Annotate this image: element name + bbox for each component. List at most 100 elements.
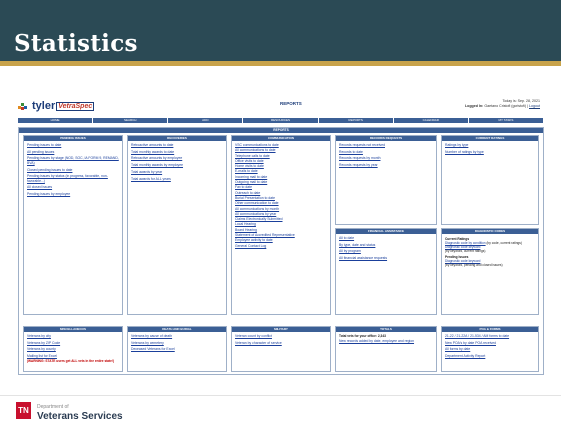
report-link[interactable]: Total awards for ALL years [131, 177, 223, 181]
report-link[interactable]: Retroactive amounts by employee [131, 156, 223, 160]
logo-text: tyler [32, 100, 56, 112]
panel-recoveries: RECOVERIES Retroactive amounts to date T… [127, 135, 227, 315]
report-link[interactable]: Total monthly awards by employee [131, 163, 223, 167]
logged-in-line: Logged In: Gaetano Cristofi (gcristofi) … [464, 103, 540, 108]
report-link[interactable]: All by program [339, 249, 433, 253]
report-link[interactable]: All pending issues [27, 150, 119, 154]
logged-in-label: Logged In: [464, 103, 484, 108]
logged-in-user: Gaetano Cristofi (gcristofi) [484, 103, 527, 108]
panel-miscellaneous: MISCELLANEOUS Veterans by city Veterans … [23, 326, 123, 372]
tyler-logo: tyler VetraSpec [18, 99, 95, 113]
agency-name: Veterans Services [37, 411, 123, 422]
nav-calendar[interactable]: CALENDAR [394, 118, 469, 123]
diagnostic-keyword-note: (by keyword, current ratings) [445, 249, 486, 253]
slide-title: Statistics [14, 30, 138, 57]
panel-pending-issues: PENDING ISSUES Pending issues to date Al… [23, 135, 123, 315]
report-link[interactable]: Veteran by character of service [235, 341, 327, 345]
report-link[interactable]: Records to date [339, 150, 433, 154]
report-link[interactable]: Ratings by type [445, 143, 535, 147]
report-link[interactable]: Pending issues to date [27, 143, 119, 147]
report-link[interactable]: Claims Electronically Submitted [235, 217, 327, 221]
report-link[interactable]: Records requests by month [339, 156, 433, 160]
panel-military: MILITARY Veteran count by conflict Veter… [231, 326, 331, 372]
report-link[interactable]: Total awards by year [131, 170, 223, 174]
report-link[interactable]: Statement of Accredited Representative [235, 233, 327, 237]
report-link[interactable]: Number of ratings by type [445, 150, 535, 154]
report-link[interactable]: All to date [339, 236, 433, 240]
report-link[interactable]: 21-22 / 21-22A / 21-534 / AM forms to da… [445, 334, 535, 338]
panel-records-requests: RECORDS REQUESTS Records requests not re… [335, 135, 437, 225]
reports-bar: REPORTS [19, 128, 543, 133]
reports-screenshot: tyler VetraSpec REPORTS Today is: Sep. 2… [14, 93, 546, 375]
report-link[interactable]: Department Activity Report [445, 354, 535, 358]
nav-home[interactable]: HOME [18, 118, 94, 123]
report-link[interactable]: All forms by date [445, 347, 535, 351]
diagnostic-condition-note: (by code, current ratings) [486, 241, 522, 245]
report-link[interactable]: By type, date and status [339, 243, 433, 247]
report-link[interactable]: New records added by date, employee and … [339, 339, 433, 343]
nav-reports[interactable]: REPORTS [319, 118, 394, 123]
report-link[interactable]: Telephone calls to date [235, 154, 327, 158]
main-nav: HOME SEARCH ADD RESOURCES REPORTS CALEND… [18, 118, 544, 123]
dept-label: Department of [37, 404, 69, 410]
session-info: Today is: Sep. 28, 2021 Logged In: Gaeta… [465, 99, 540, 109]
report-link[interactable]: Pending issues by stage (NOD, SOC, IA FO… [27, 156, 119, 165]
panel-poa-forms: POA & FORMS 21-22 / 21-22A / 21-534 / AM… [441, 326, 539, 372]
reports-container: REPORTS PENDING ISSUES Pending issues to… [18, 127, 544, 375]
nav-search[interactable]: SEARCH [93, 118, 169, 123]
report-link[interactable]: General Contact Log [235, 244, 327, 248]
report-link[interactable]: Local Hearing [235, 222, 327, 226]
report-link[interactable]: Veterans by city [27, 334, 119, 338]
report-link[interactable]: New POA's by date POA received [445, 341, 535, 345]
report-link[interactable]: Veterans by cemetery [131, 341, 223, 345]
report-link[interactable]: Employee activity to date [235, 238, 327, 242]
nav-my-tasks[interactable]: MY TASKS [469, 118, 544, 123]
report-link[interactable]: All financial assistance requests [339, 256, 433, 260]
logo-badge: VetraSpec [56, 101, 95, 111]
report-link[interactable]: Pending issues by employee [27, 192, 119, 196]
report-link[interactable]: All communications by month [235, 207, 327, 211]
logout-link[interactable]: Logout [529, 104, 540, 108]
slide-header-bar: Statistics [0, 0, 561, 66]
report-link[interactable]: Outreach to date [235, 191, 327, 195]
report-link[interactable]: Outgoing mail to date [235, 180, 327, 184]
report-link[interactable]: Veteran count by conflict [235, 334, 327, 338]
panel-death-burial: DEATH AND BURIAL Veterans by cause of de… [127, 326, 227, 372]
report-link[interactable]: E-mails to date [235, 169, 327, 173]
report-link[interactable]: Closed pending issues to date [27, 168, 119, 172]
report-link[interactable]: Records requests not received [339, 143, 433, 147]
report-link[interactable]: Records requests by year [339, 163, 433, 167]
report-link[interactable]: Other communication to date [235, 201, 327, 205]
panel-financial-assistance: FINANCIAL ASSISTANCE All to date By type… [335, 228, 437, 315]
diagnostic-pending-note: (by keyword, pending and closed issues) [445, 263, 503, 267]
panel-totals: TOTALS Total vets for your office: 2,343… [335, 326, 437, 372]
report-link[interactable]: Incoming mail to date [235, 175, 327, 179]
report-link[interactable]: Veterans by ZIP Code [27, 341, 119, 345]
page-heading: REPORTS [280, 101, 302, 106]
report-link[interactable]: Deceased Veterans for Excel [131, 347, 223, 351]
slide-footer: TN Department of Veterans Services [0, 395, 561, 428]
panel-current-ratings: CURRENT RATINGS Ratings by type Number o… [441, 135, 539, 225]
report-link[interactable]: Veterans by cause of death [131, 334, 223, 338]
report-link[interactable]: Veterans by county [27, 347, 119, 351]
logo-mark-icon [18, 101, 30, 111]
report-link[interactable]: Board Hearing [235, 228, 327, 232]
nav-add[interactable]: ADD [168, 118, 244, 123]
panel-communication: COMMUNICATION VSC communications to date… [231, 135, 331, 315]
report-link[interactable]: Total monthly awards to date [131, 150, 223, 154]
report-link[interactable]: All communications to date [235, 148, 327, 152]
report-link[interactable]: Fax to date [235, 185, 327, 189]
report-link[interactable]: Office visits to date [235, 159, 327, 163]
nav-resources[interactable]: RESOURCES [243, 118, 319, 123]
report-link[interactable]: Retroactive amounts to date [131, 143, 223, 147]
report-link[interactable]: All closed issues [27, 185, 119, 189]
report-link[interactable]: VSC communications to date [235, 143, 327, 147]
misc-warning: (WARNING: STATE users get ALL vets in th… [27, 358, 115, 363]
report-link[interactable]: All communications by year [235, 212, 327, 216]
report-link[interactable]: Pending issues by status (in progress, f… [27, 174, 119, 183]
slide: Statistics tyler VetraSpec REPORTS Today… [0, 0, 561, 428]
tn-logo-icon: TN [16, 402, 31, 419]
report-link[interactable]: Home visits to date [235, 164, 327, 168]
panel-diagnostic-codes: DIAGNOSTIC CODES Current Ratings Diagnos… [441, 228, 539, 315]
report-link[interactable]: Burial Presentation to date [235, 196, 327, 200]
